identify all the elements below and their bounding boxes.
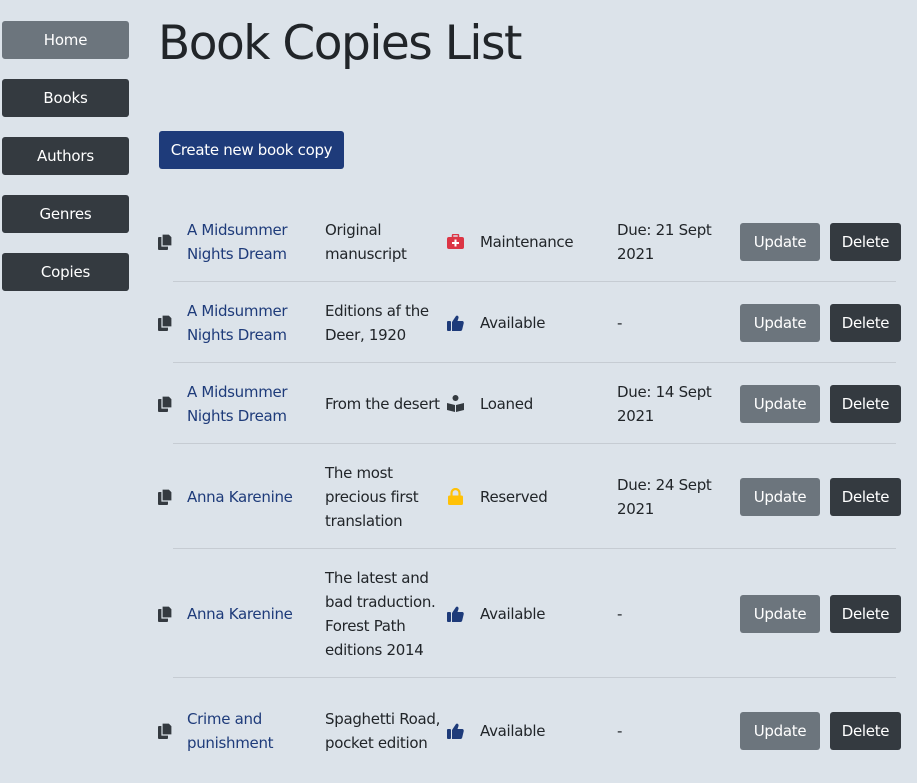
status: Loaned xyxy=(447,395,617,413)
book-title-link[interactable]: Crime and punishment xyxy=(187,707,325,755)
edition-text: Editions af the Deer, 1920 xyxy=(325,301,429,344)
edition-text: The most precious first translation xyxy=(325,463,419,530)
thumbs-up-icon xyxy=(447,722,464,739)
reading-person-icon xyxy=(447,395,464,412)
status: Maintenance xyxy=(447,233,617,251)
list-item: A Midsummer Nights Dream From the desert… xyxy=(155,363,905,444)
due-date: - xyxy=(617,604,623,623)
lock-icon xyxy=(447,488,464,505)
list-item: Anna Karenine The most precious first tr… xyxy=(155,444,905,549)
book-title-link[interactable]: Anna Karenine xyxy=(187,602,325,626)
edition-text: The latest and bad traduction. Forest Pa… xyxy=(325,568,436,659)
delete-button[interactable]: Delete xyxy=(830,711,901,750)
status-label: Maintenance xyxy=(480,232,574,251)
status-label: Available xyxy=(480,721,546,740)
list-item: A Midsummer Nights Dream Editions af the… xyxy=(155,282,905,363)
thumbs-up-icon xyxy=(447,605,464,622)
due-date: Due: 24 Sept 2021 xyxy=(617,475,712,518)
delete-button[interactable]: Delete xyxy=(830,303,901,342)
sidebar: Home Books Authors Genres Copies xyxy=(2,21,129,311)
nav-books-button[interactable]: Books xyxy=(2,79,129,117)
status: Available xyxy=(447,314,617,332)
copy-document-icon xyxy=(155,233,187,250)
page-title: Book Copies List xyxy=(158,16,522,71)
create-book-copy-button[interactable]: Create new book copy xyxy=(159,131,344,169)
update-button[interactable]: Update xyxy=(740,477,820,516)
status-label: Available xyxy=(480,604,546,623)
delete-button[interactable]: Delete xyxy=(830,384,901,423)
edition-text: From the desert xyxy=(325,394,440,413)
book-copies-list: A Midsummer Nights Dream Original manusc… xyxy=(155,201,905,783)
book-title-link[interactable]: Anna Karenine xyxy=(187,485,325,509)
nav-home-button[interactable]: Home xyxy=(2,21,129,59)
book-title-link[interactable]: A Midsummer Nights Dream xyxy=(187,218,325,266)
nav-copies-button[interactable]: Copies xyxy=(2,253,129,291)
status-label: Reserved xyxy=(480,487,548,506)
status: Available xyxy=(447,605,617,623)
due-date: Due: 14 Sept 2021 xyxy=(617,382,712,425)
copy-document-icon xyxy=(155,488,187,505)
thumbs-up-icon xyxy=(447,314,464,331)
due-date: - xyxy=(617,721,623,740)
copy-document-icon xyxy=(155,722,187,739)
edition-text: Spaghetti Road, pocket edition xyxy=(325,709,441,752)
delete-button[interactable]: Delete xyxy=(830,594,901,633)
list-item: Crime and punishment Spaghetti Road, poc… xyxy=(155,678,905,783)
status-label: Available xyxy=(480,313,546,332)
update-button[interactable]: Update xyxy=(740,222,820,261)
due-date: Due: 21 Sept 2021 xyxy=(617,220,712,263)
status: Available xyxy=(447,722,617,740)
nav-authors-button[interactable]: Authors xyxy=(2,137,129,175)
copy-document-icon xyxy=(155,605,187,622)
book-title-link[interactable]: A Midsummer Nights Dream xyxy=(187,299,325,347)
update-button[interactable]: Update xyxy=(740,384,820,423)
update-button[interactable]: Update xyxy=(740,711,820,750)
list-item: Anna Karenine The latest and bad traduct… xyxy=(155,549,905,678)
list-item: A Midsummer Nights Dream Original manusc… xyxy=(155,201,905,282)
update-button[interactable]: Update xyxy=(740,594,820,633)
due-date: - xyxy=(617,313,623,332)
status: Reserved xyxy=(447,488,617,506)
copy-document-icon xyxy=(155,395,187,412)
book-title-link[interactable]: A Midsummer Nights Dream xyxy=(187,380,325,428)
update-button[interactable]: Update xyxy=(740,303,820,342)
nav-genres-button[interactable]: Genres xyxy=(2,195,129,233)
status-label: Loaned xyxy=(480,394,533,413)
first-aid-kit-icon xyxy=(447,233,464,250)
copy-document-icon xyxy=(155,314,187,331)
delete-button[interactable]: Delete xyxy=(830,222,901,261)
delete-button[interactable]: Delete xyxy=(830,477,901,516)
edition-text: Original manuscript xyxy=(325,220,407,263)
